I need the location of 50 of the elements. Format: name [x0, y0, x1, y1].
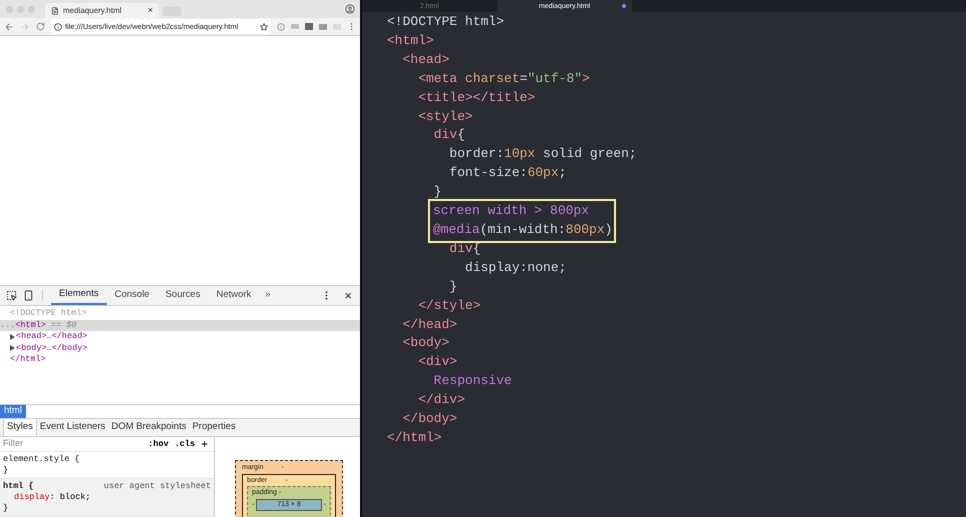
code-line: <!DOCTYPE html>	[387, 13, 504, 31]
code-line: </head>	[402, 316, 458, 334]
code-line: <html>	[387, 32, 434, 50]
rule-selector: element.style {	[3, 454, 80, 465]
class-toggle-button[interactable]: .cls	[174, 438, 195, 450]
code-line: <style>	[417, 108, 473, 126]
code-line: font-size:60px;	[448, 164, 566, 182]
code-line: }	[432, 183, 442, 202]
code-line: <body>	[402, 334, 450, 352]
code-line: display:none;	[464, 258, 566, 277]
code-line: }	[448, 278, 458, 296]
dom-node[interactable]: <head>…</head>	[0, 331, 360, 342]
code-line: <head>	[402, 50, 450, 69]
styles-pane-tab[interactable]: Styles	[3, 419, 37, 436]
styles-pane-tab[interactable]: Properties	[189, 419, 239, 436]
code-line: Responsive	[432, 372, 512, 390]
code-line: <meta charset="utf-8">	[417, 70, 590, 88]
code-line: @media(min-width:800px)	[433, 220, 612, 239]
code-line: screen width > 800px	[433, 202, 590, 220]
code-line: border:10px solid green;	[448, 145, 637, 164]
devtools-tab[interactable]: Console	[106, 286, 158, 305]
breadcrumb-item[interactable]: html	[0, 405, 26, 418]
filter-field[interactable]: Filter	[3, 437, 148, 451]
code-line: div{	[448, 240, 481, 258]
code-line: </body>	[402, 410, 458, 428]
styles-pane-tab[interactable]: Event Listeners	[36, 419, 108, 436]
more-tabs-button[interactable]: »	[259, 286, 276, 305]
code-line: <div>	[417, 353, 458, 372]
code-line: </div>	[417, 391, 466, 410]
close-tab-icon[interactable]: ×	[148, 6, 153, 15]
close-button[interactable]: ×	[342, 286, 354, 305]
rule-close: }	[3, 503, 8, 513]
rule-source: user agent stylesheet	[104, 481, 211, 492]
code-line: </html>	[387, 428, 442, 447]
devtools-tab[interactable]: Network	[208, 286, 260, 305]
code-line: </style>	[417, 296, 481, 315]
dom-node[interactable]: ...<html> == $0	[0, 320, 360, 331]
browser-tab[interactable]: mediaquery.html ×	[45, 3, 159, 18]
code-line: <title></title>	[417, 88, 536, 107]
add-rule-button[interactable]: +	[200, 438, 208, 450]
rule-selector: html {	[3, 481, 34, 492]
dom-node[interactable]: </html>	[0, 354, 360, 366]
style-declaration: display: block;	[13, 492, 92, 503]
hover-state-button[interactable]: :hov	[148, 438, 169, 450]
styles-pane-tab[interactable]: DOM Breakpoints	[108, 419, 190, 436]
code-line: div{	[432, 126, 466, 144]
rule-close: }	[3, 465, 8, 475]
devtools-tab[interactable]: Elements	[51, 286, 107, 305]
devtools-tab[interactable]: Sources	[157, 286, 208, 305]
dom-node[interactable]: <body>…</body>	[0, 342, 360, 354]
